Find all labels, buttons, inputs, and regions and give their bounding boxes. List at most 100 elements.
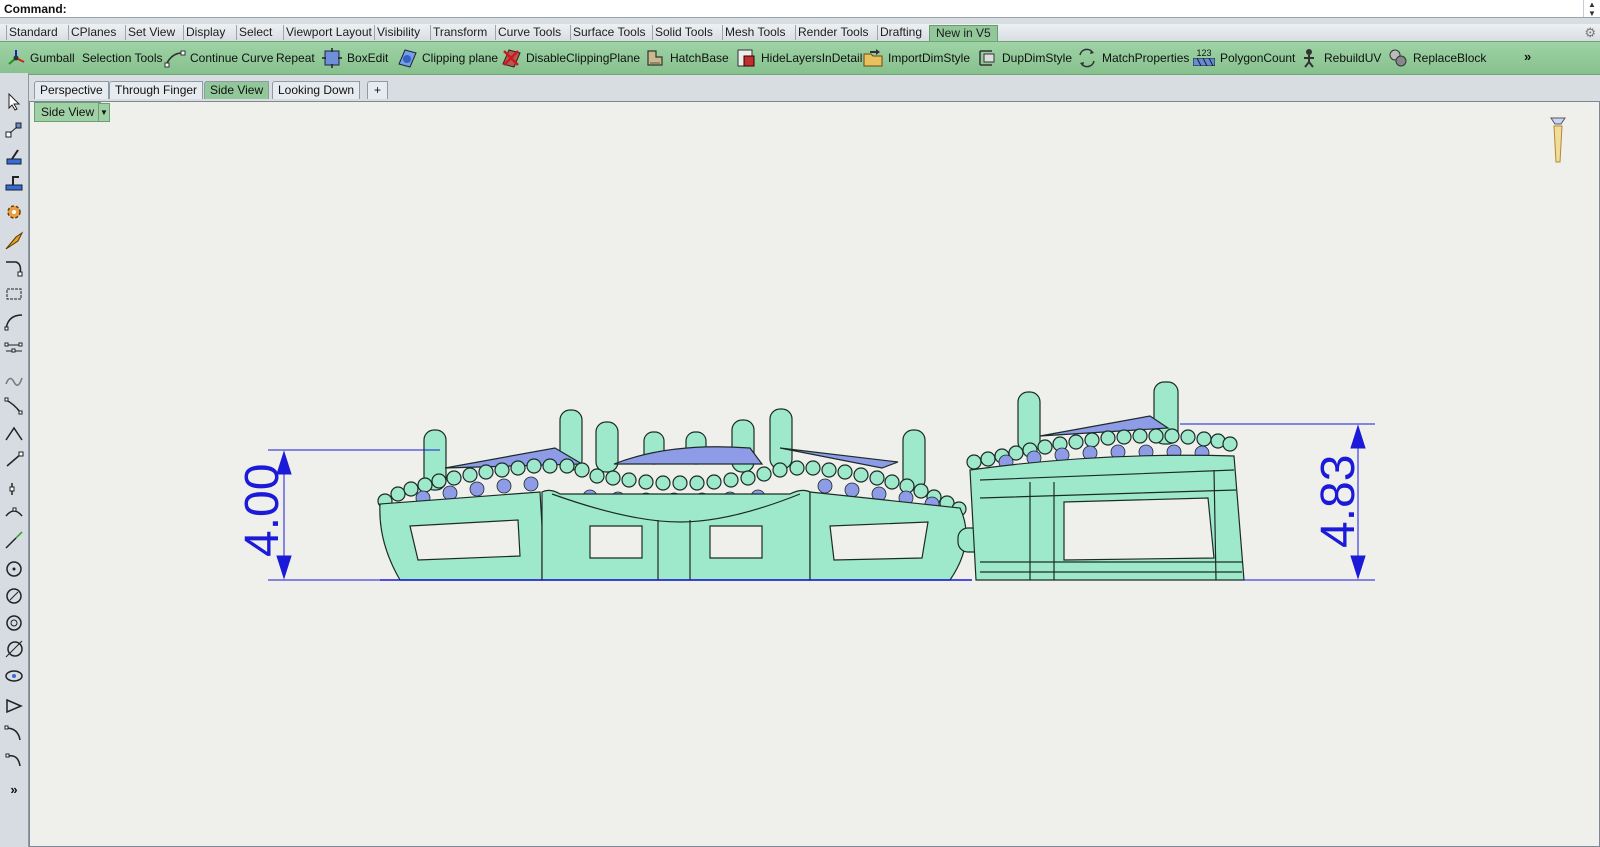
rectangle-icon xyxy=(6,288,22,300)
continue-curve-label: Continue Curve xyxy=(190,51,274,65)
point-tool-button[interactable] xyxy=(2,478,26,500)
left-toolbar-overflow-button[interactable]: » xyxy=(2,778,26,800)
edit-tool-button[interactable] xyxy=(2,146,26,168)
viewport-tab-looking-down[interactable]: Looking Down xyxy=(272,81,361,99)
spiral-tool-button[interactable] xyxy=(2,749,26,771)
line-tool-button[interactable] xyxy=(2,423,26,445)
arc-tool-button[interactable] xyxy=(2,503,26,525)
viewport-title[interactable]: Side View xyxy=(34,102,102,122)
rectangle-tool-button[interactable] xyxy=(2,283,26,305)
import-dimstyle-icon xyxy=(863,49,883,67)
viewport-menu-chevron-icon[interactable]: ▼ xyxy=(98,103,110,122)
viewport-tab-through-finger[interactable]: Through Finger xyxy=(109,81,204,99)
curve-tool-button[interactable] xyxy=(2,310,26,332)
clipping-plane-label: Clipping plane xyxy=(422,51,499,65)
dup-dimstyle-label: DupDimStyle xyxy=(1002,51,1073,65)
repeat-button[interactable]: Repeat xyxy=(276,42,315,74)
selection-tools-button[interactable]: Selection Tools xyxy=(82,42,163,74)
viewport-tab-perspective[interactable]: Perspective xyxy=(34,81,109,99)
tab-drafting[interactable]: Drafting xyxy=(877,25,922,40)
circle-diameter-tool-button[interactable] xyxy=(2,584,26,606)
line-icon xyxy=(5,426,23,441)
hide-layers-icon xyxy=(737,49,755,67)
toolbar-tab-row: Standard CPlanes Set View Display Select… xyxy=(0,24,1600,41)
segment-tool-button[interactable] xyxy=(2,449,26,471)
match-properties-label: MatchProperties xyxy=(1102,51,1190,65)
polygon-icon xyxy=(6,698,23,714)
tab-solid-tools[interactable]: Solid Tools xyxy=(652,25,713,40)
transform-tool-button[interactable] xyxy=(2,230,26,252)
point-icon xyxy=(9,483,15,495)
tab-standard[interactable]: Standard xyxy=(6,25,58,40)
ring-part-left xyxy=(377,408,1021,581)
hide-layers-in-detail-label: HideLayersInDetail xyxy=(761,51,863,65)
clipping-plane-button[interactable]: Clipping plane xyxy=(396,42,498,74)
circle-diameter-icon xyxy=(6,588,22,604)
circle-tool-button[interactable] xyxy=(2,557,26,579)
gumball-icon xyxy=(8,50,25,65)
toolbar-overflow-button[interactable]: » xyxy=(1524,49,1531,64)
properties-tool-button[interactable] xyxy=(2,201,26,223)
hatchbase-label: HatchBase xyxy=(670,51,729,65)
freeform-tool-button[interactable] xyxy=(2,723,26,745)
tab-set-view[interactable]: Set View xyxy=(125,25,175,40)
tab-viewport-layout[interactable]: Viewport Layout xyxy=(283,25,372,40)
command-history-scroll[interactable]: ▲ ▼ xyxy=(1583,0,1600,18)
point-edit-tool-button[interactable] xyxy=(2,119,26,141)
dimension-tool-button[interactable] xyxy=(2,529,26,551)
viewport-tab-side-view[interactable]: Side View xyxy=(204,81,270,99)
spiral-icon xyxy=(5,753,21,767)
command-input[interactable] xyxy=(66,1,1583,16)
match-properties-button[interactable]: MatchProperties xyxy=(1076,42,1189,74)
tab-mesh-tools[interactable]: Mesh Tools xyxy=(722,25,785,40)
dup-dimstyle-button[interactable]: DupDimStyle xyxy=(976,42,1072,74)
boxedit-button[interactable]: BoxEdit xyxy=(321,42,388,74)
edit-icon xyxy=(6,149,22,165)
rebuild-uv-button[interactable]: RebuildUV xyxy=(1298,42,1381,74)
tab-select[interactable]: Select xyxy=(236,25,272,40)
circle-tangent-tool-button[interactable] xyxy=(2,638,26,660)
add-viewport-tab-button[interactable]: + xyxy=(367,81,389,99)
left-toolbar: » xyxy=(0,73,29,847)
ellipse-tool-button[interactable] xyxy=(2,665,26,687)
clipping-plane-icon xyxy=(398,49,417,68)
select-tool-button[interactable] xyxy=(2,91,26,113)
tab-visibility[interactable]: Visibility xyxy=(374,25,420,40)
polyline-tool-button[interactable] xyxy=(2,257,26,279)
control-points-icon xyxy=(4,342,23,353)
sketch-tool-button[interactable] xyxy=(2,369,26,391)
tab-transform[interactable]: Transform xyxy=(430,25,487,40)
gumball-button[interactable]: Gumball xyxy=(6,42,75,74)
polygon-tool-button[interactable] xyxy=(2,695,26,717)
hatchbase-button[interactable]: HatchBase xyxy=(644,42,729,74)
dup-dimstyle-icon xyxy=(979,50,995,66)
disable-clipping-plane-button[interactable]: DisableClippingPlane xyxy=(500,42,640,74)
polygon-count-icon: 123 xyxy=(1192,48,1216,68)
control-points-tool-button[interactable] xyxy=(2,338,26,360)
gear-icon xyxy=(7,205,21,219)
select-arrow-icon xyxy=(8,93,21,111)
polygon-count-button[interactable]: 123 PolygonCount xyxy=(1192,42,1295,74)
tab-cplanes[interactable]: CPlanes xyxy=(68,25,116,40)
tab-display[interactable]: Display xyxy=(183,25,225,40)
tab-new-in-v5[interactable]: New in V5 xyxy=(929,25,998,41)
continue-curve-icon xyxy=(164,50,186,68)
tab-curve-tools[interactable]: Curve Tools xyxy=(495,25,561,40)
tab-surface-tools[interactable]: Surface Tools xyxy=(570,25,646,40)
transform-icon xyxy=(5,231,24,250)
point-edit-icon xyxy=(5,122,22,138)
toolbar-options-gear-icon[interactable]: ⚙ xyxy=(1584,25,1596,41)
import-dimstyle-button[interactable]: ImportDimStyle xyxy=(862,42,970,74)
circle-3pt-tool-button[interactable] xyxy=(2,611,26,633)
continue-curve-button[interactable]: Continue Curve xyxy=(164,42,273,74)
replace-block-icon xyxy=(1389,49,1407,67)
rebuild-uv-icon xyxy=(1304,49,1314,68)
tab-render-tools[interactable]: Render Tools xyxy=(795,25,869,40)
replace-block-button[interactable]: ReplaceBlock xyxy=(1387,42,1486,74)
interpolate-tool-button[interactable] xyxy=(2,395,26,417)
hide-layers-in-detail-button[interactable]: HideLayersInDetail xyxy=(735,42,862,74)
viewport-side-view[interactable]: 4.00 4.83 Side View ▼ xyxy=(29,101,1600,847)
dimension-right-value: 4.83 xyxy=(1312,455,1365,548)
polyline-icon xyxy=(6,261,23,277)
extend-tool-button[interactable] xyxy=(2,172,26,194)
